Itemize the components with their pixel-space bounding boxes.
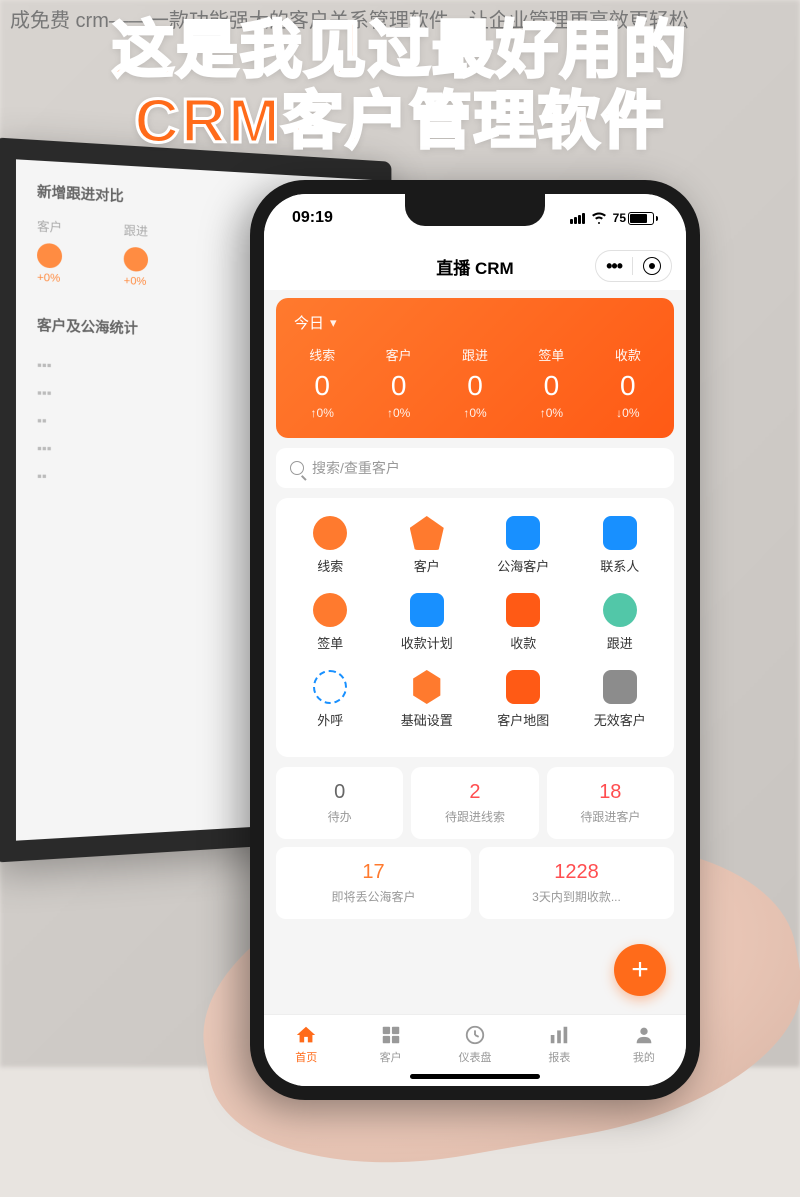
grid-item-公海客户[interactable]: 公海客户 [475,516,572,575]
grid-item-客户地图[interactable]: 客户地图 [475,670,572,729]
tab-首页[interactable]: 首页 [264,1023,348,1086]
search-input[interactable]: 搜索/查重客户 [276,448,674,488]
tab-icon [463,1023,487,1047]
today-stat-item[interactable]: 跟进0↑0% [437,345,513,420]
ic-customer-icon [410,516,444,550]
tab-icon [547,1023,571,1047]
grid-item-签单[interactable]: 签单 [282,593,379,652]
add-button[interactable]: + [614,944,666,996]
chevron-down-icon: ▾ [330,315,337,331]
battery-icon: 75 [613,211,658,225]
today-stat-item[interactable]: 线索0↑0% [284,345,360,420]
close-miniprogram-icon[interactable] [643,257,661,275]
summary-item[interactable]: 17即将丢公海客户 [276,847,471,919]
miniprogram-menu[interactable]: ••• [595,250,672,282]
status-time: 09:19 [292,209,333,227]
tab-icon [632,1023,656,1047]
app-title: 直播 CRM [436,254,513,279]
phone-device: 09:19 75 直播 CRM ••• [250,180,700,1100]
ic-contact-icon [603,516,637,550]
ic-leads-icon [313,516,347,550]
ic-settings-icon [410,670,444,704]
more-icon[interactable]: ••• [606,256,622,277]
grid-item-跟进[interactable]: 跟进 [572,593,669,652]
grid-item-收款计划[interactable]: 收款计划 [379,593,476,652]
summary-item[interactable]: 12283天内到期收款... [479,847,674,919]
grid-item-客户[interactable]: 客户 [379,516,476,575]
today-stats-card[interactable]: 今日 ▾ 线索0↑0%客户0↑0%跟进0↑0%签单0↑0%收款0↓0% [276,298,674,438]
home-indicator [410,1074,540,1079]
grid-item-联系人[interactable]: 联系人 [572,516,669,575]
summary-cards: 0待办2待跟进线索18待跟进客户 17即将丢公海客户12283天内到期收款... [276,767,674,919]
grid-item-外呼[interactable]: 外呼 [282,670,379,729]
today-stat-item[interactable]: 客户0↑0% [360,345,436,420]
ic-payment-icon [506,593,540,627]
ic-call-icon [313,670,347,704]
phone-screen: 09:19 75 直播 CRM ••• [264,194,686,1086]
summary-item[interactable]: 2待跟进线索 [411,767,538,839]
today-stat-item[interactable]: 签单0↑0% [513,345,589,420]
signal-icon [570,213,585,224]
wifi-icon [591,212,607,224]
summary-item[interactable]: 18待跟进客户 [547,767,674,839]
grid-item-收款[interactable]: 收款 [475,593,572,652]
today-label: 今日 [294,312,324,333]
ic-map-icon [506,670,540,704]
search-icon [290,461,304,475]
search-placeholder: 搜索/查重客户 [312,458,400,478]
headline: 这是我见过最好用的 CRM客户管理软件 [0,15,800,158]
phone-notch [405,194,545,226]
tab-icon [379,1023,403,1047]
grid-item-无效客户[interactable]: 无效客户 [572,670,669,729]
grid-item-基础设置[interactable]: 基础设置 [379,670,476,729]
summary-item[interactable]: 0待办 [276,767,403,839]
grid-item-线索[interactable]: 线索 [282,516,379,575]
function-grid: 线索客户公海客户联系人签单收款计划收款跟进外呼基础设置客户地图无效客户 [276,498,674,757]
ic-order-icon [313,593,347,627]
tab-我的[interactable]: 我的 [602,1023,686,1086]
ic-followup-icon [603,593,637,627]
ic-invalid-icon [603,670,637,704]
tab-icon [294,1023,318,1047]
app-header: 直播 CRM ••• [264,242,686,290]
ic-plan-icon [410,593,444,627]
today-stat-item[interactable]: 收款0↓0% [590,345,666,420]
ic-pool-icon [506,516,540,550]
